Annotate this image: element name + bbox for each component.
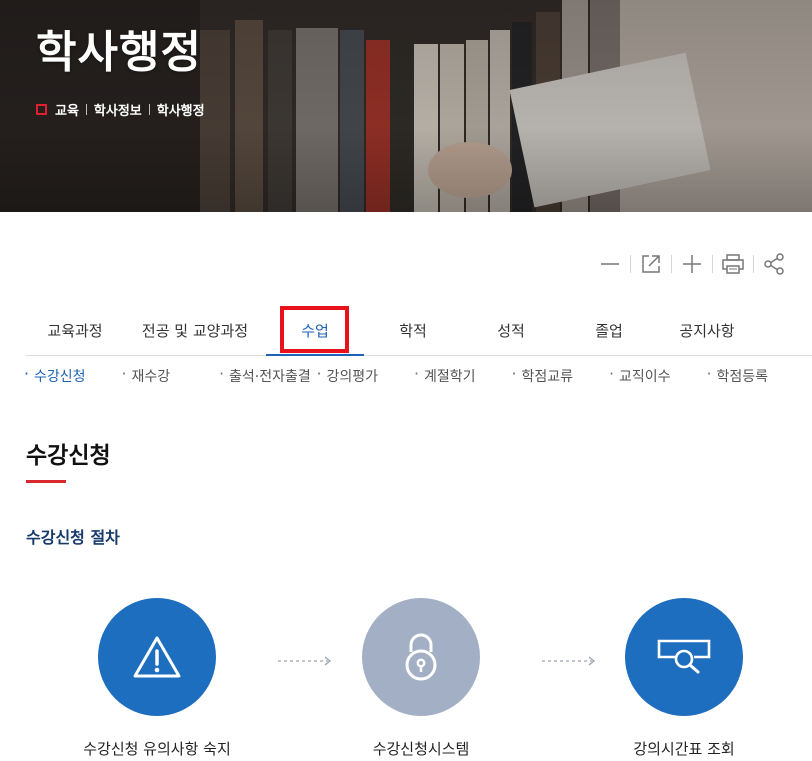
- zoom-in-icon: [683, 255, 701, 273]
- hero-banner: 학사행정 교육 학사정보 학사행정: [0, 0, 812, 212]
- search-icon: [657, 639, 711, 674]
- home-icon[interactable]: [36, 104, 47, 115]
- zoom-in-button[interactable]: [672, 248, 712, 280]
- section-title: 수강신청 절차: [26, 528, 120, 547]
- external-link-icon: [642, 255, 660, 273]
- warning-icon: [133, 636, 181, 678]
- zoom-out-icon: [601, 263, 619, 265]
- breadcrumb-item-1[interactable]: 교육: [55, 100, 79, 119]
- tab-classes[interactable]: 수업: [266, 306, 364, 356]
- external-link-button[interactable]: [631, 248, 671, 280]
- content-heading: 수강신청: [26, 443, 111, 469]
- print-button[interactable]: [713, 248, 753, 280]
- zoom-out-button[interactable]: [590, 248, 630, 280]
- utility-toolbar: [590, 248, 794, 280]
- subtab-course-registration[interactable]: 수강신청: [24, 363, 122, 388]
- tab-graduation[interactable]: 졸업: [560, 306, 658, 355]
- tab-curriculum[interactable]: 교육과정: [26, 306, 124, 355]
- breadcrumb-separator: [85, 104, 87, 115]
- step-system: 수강신청시스템: [301, 598, 541, 759]
- breadcrumb-separator: [148, 104, 150, 115]
- subtab-teaching-course[interactable]: 교직이수: [609, 363, 707, 388]
- subtab-evaluation[interactable]: 강의평가: [317, 363, 415, 388]
- tab-major-general[interactable]: 전공 및 교양과정: [124, 306, 266, 355]
- step-circle[interactable]: [625, 598, 743, 716]
- breadcrumb-item-3[interactable]: 학사행정: [157, 100, 205, 119]
- tab-notices[interactable]: 공지사항: [658, 306, 756, 355]
- subtab-credit-registration[interactable]: 학점등록: [707, 363, 805, 388]
- tab-registration[interactable]: 학적: [364, 306, 462, 355]
- tab-grades[interactable]: 성적: [462, 306, 560, 355]
- print-icon: [722, 254, 744, 274]
- subtab-credit-exchange[interactable]: 학점교류: [512, 363, 610, 388]
- breadcrumb-item-2[interactable]: 학사정보: [94, 100, 142, 119]
- step-label: 수강신청 유의사항 숙지: [83, 740, 231, 758]
- subtab-attendance[interactable]: 출석·전자출결: [219, 363, 317, 388]
- step-notice: 수강신청 유의사항 숙지: [37, 598, 277, 759]
- share-button[interactable]: [754, 248, 794, 280]
- subtab-seasonal[interactable]: 계절학기: [414, 363, 512, 388]
- step-label: 강의시간표 조회: [633, 740, 735, 758]
- breadcrumb: 교육 학사정보 학사행정: [36, 100, 205, 119]
- heading-underline: [26, 480, 66, 483]
- page-title: 학사행정: [36, 27, 202, 78]
- main-tabs: 교육과정 전공 및 교양과정 수업 학적 성적 졸업 공지사항: [26, 306, 812, 356]
- step-label: 수강신청시스템: [372, 740, 470, 758]
- subtab-retake[interactable]: 재수강: [122, 363, 220, 388]
- share-icon: [764, 253, 784, 275]
- step-circle[interactable]: [98, 598, 216, 716]
- step-circle[interactable]: [362, 598, 480, 716]
- sub-tabs: 수강신청 재수강 출석·전자출결 강의평가 계절학기 학점교류 교직이수 학점등…: [24, 363, 812, 388]
- step-timetable: 강의시간표 조회: [564, 598, 804, 759]
- lock-icon: [405, 633, 437, 681]
